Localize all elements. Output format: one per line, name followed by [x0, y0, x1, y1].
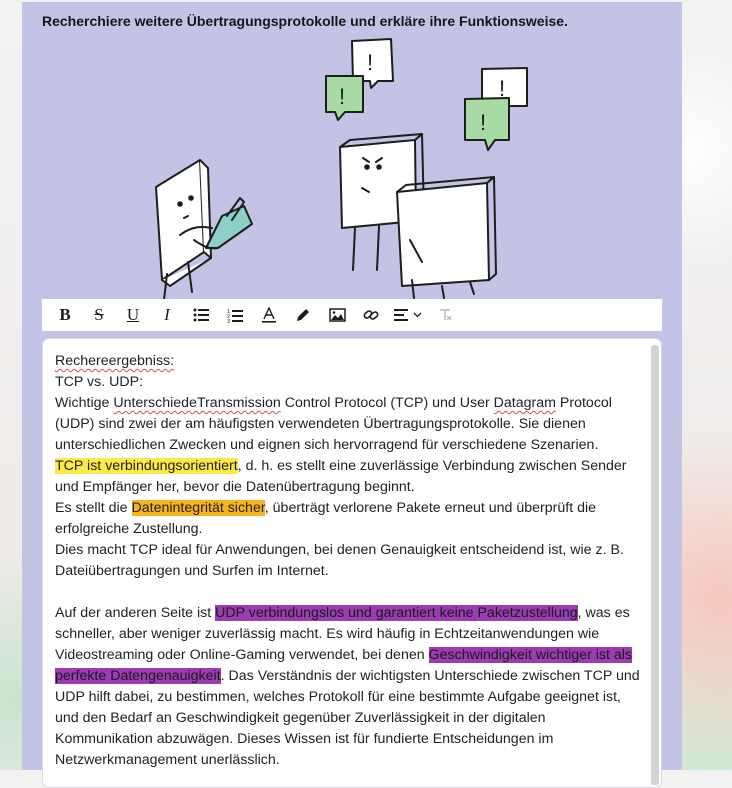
numbered-list-button[interactable]: 1 2 3 [218, 300, 252, 330]
highlight-orange: Datenintegrität sicher [131, 500, 265, 516]
paragraph-udp: Auf der anderen Seite ist UDP verbindung… [55, 605, 640, 768]
task-title: Recherchiere weitere Übertragungsprotoko… [42, 13, 568, 29]
editor-content[interactable]: Rechereergebniss: TCP vs. UDP: Wichtige … [55, 351, 641, 771]
underline-button[interactable]: U [116, 300, 150, 330]
comparison-heading: TCP vs. UDP: [55, 374, 144, 390]
chevron-down-icon [413, 312, 422, 318]
highlight-yellow: TCP ist verbindungsorientiert [55, 458, 238, 474]
bold-icon: B [59, 305, 71, 324]
underline-icon: U [126, 305, 140, 324]
italic-button[interactable]: I [150, 300, 184, 330]
editor-scrollbar[interactable] [651, 345, 659, 785]
insert-image-button[interactable] [320, 300, 354, 330]
link-icon [363, 310, 379, 320]
pen-icon [297, 309, 309, 321]
svg-text:!: ! [367, 50, 373, 75]
svg-text:!: ! [480, 110, 486, 135]
strikethrough-button[interactable]: S [82, 300, 116, 330]
answer-editor[interactable]: Rechereergebniss: TCP vs. UDP: Wichtige … [42, 338, 662, 788]
clear-format-button[interactable] [428, 300, 462, 330]
svg-text:!: ! [339, 84, 345, 109]
task-card: Recherchiere weitere Übertragungsprotoko… [22, 2, 682, 788]
paragraph-intro: Wichtige UnterschiedeTransmission Contro… [55, 395, 612, 453]
text-color-icon [262, 307, 276, 323]
paragraph-tcp-connection: TCP ist verbindungsorientiert, d. h. es … [55, 458, 627, 495]
text-color-button[interactable] [252, 300, 286, 330]
formatting-toolbar: B S U I 1 2 3 [42, 299, 662, 331]
strikethrough-icon: S [94, 305, 104, 324]
align-left-icon [394, 309, 408, 321]
image-icon [328, 308, 346, 322]
italic-icon: I [164, 305, 170, 324]
align-dropdown-button[interactable] [388, 300, 428, 330]
paragraph-tcp-integrity: Es stellt die Datenintegrität sicher, üb… [55, 500, 597, 537]
highlight-purple: UDP verbindungslos und garantiert keine … [215, 605, 578, 621]
insert-link-button[interactable] [354, 300, 388, 330]
exclamation-speech-bubble-icon: ! [325, 75, 364, 121]
svg-text:3: 3 [227, 319, 230, 323]
list-bullet-icon [193, 308, 209, 322]
illustration: ! ! ! ! [155, 38, 528, 300]
bullet-list-button[interactable] [184, 300, 218, 330]
result-heading: Rechereergebniss: [55, 353, 175, 369]
list-ordered-icon: 1 2 3 [227, 309, 243, 323]
paragraph-tcp-usage: Dies macht TCP ideal für Anwendungen, be… [55, 542, 624, 579]
clear-format-icon [440, 309, 452, 321]
bold-button[interactable]: B [48, 300, 82, 330]
highlight-button[interactable] [286, 300, 320, 330]
